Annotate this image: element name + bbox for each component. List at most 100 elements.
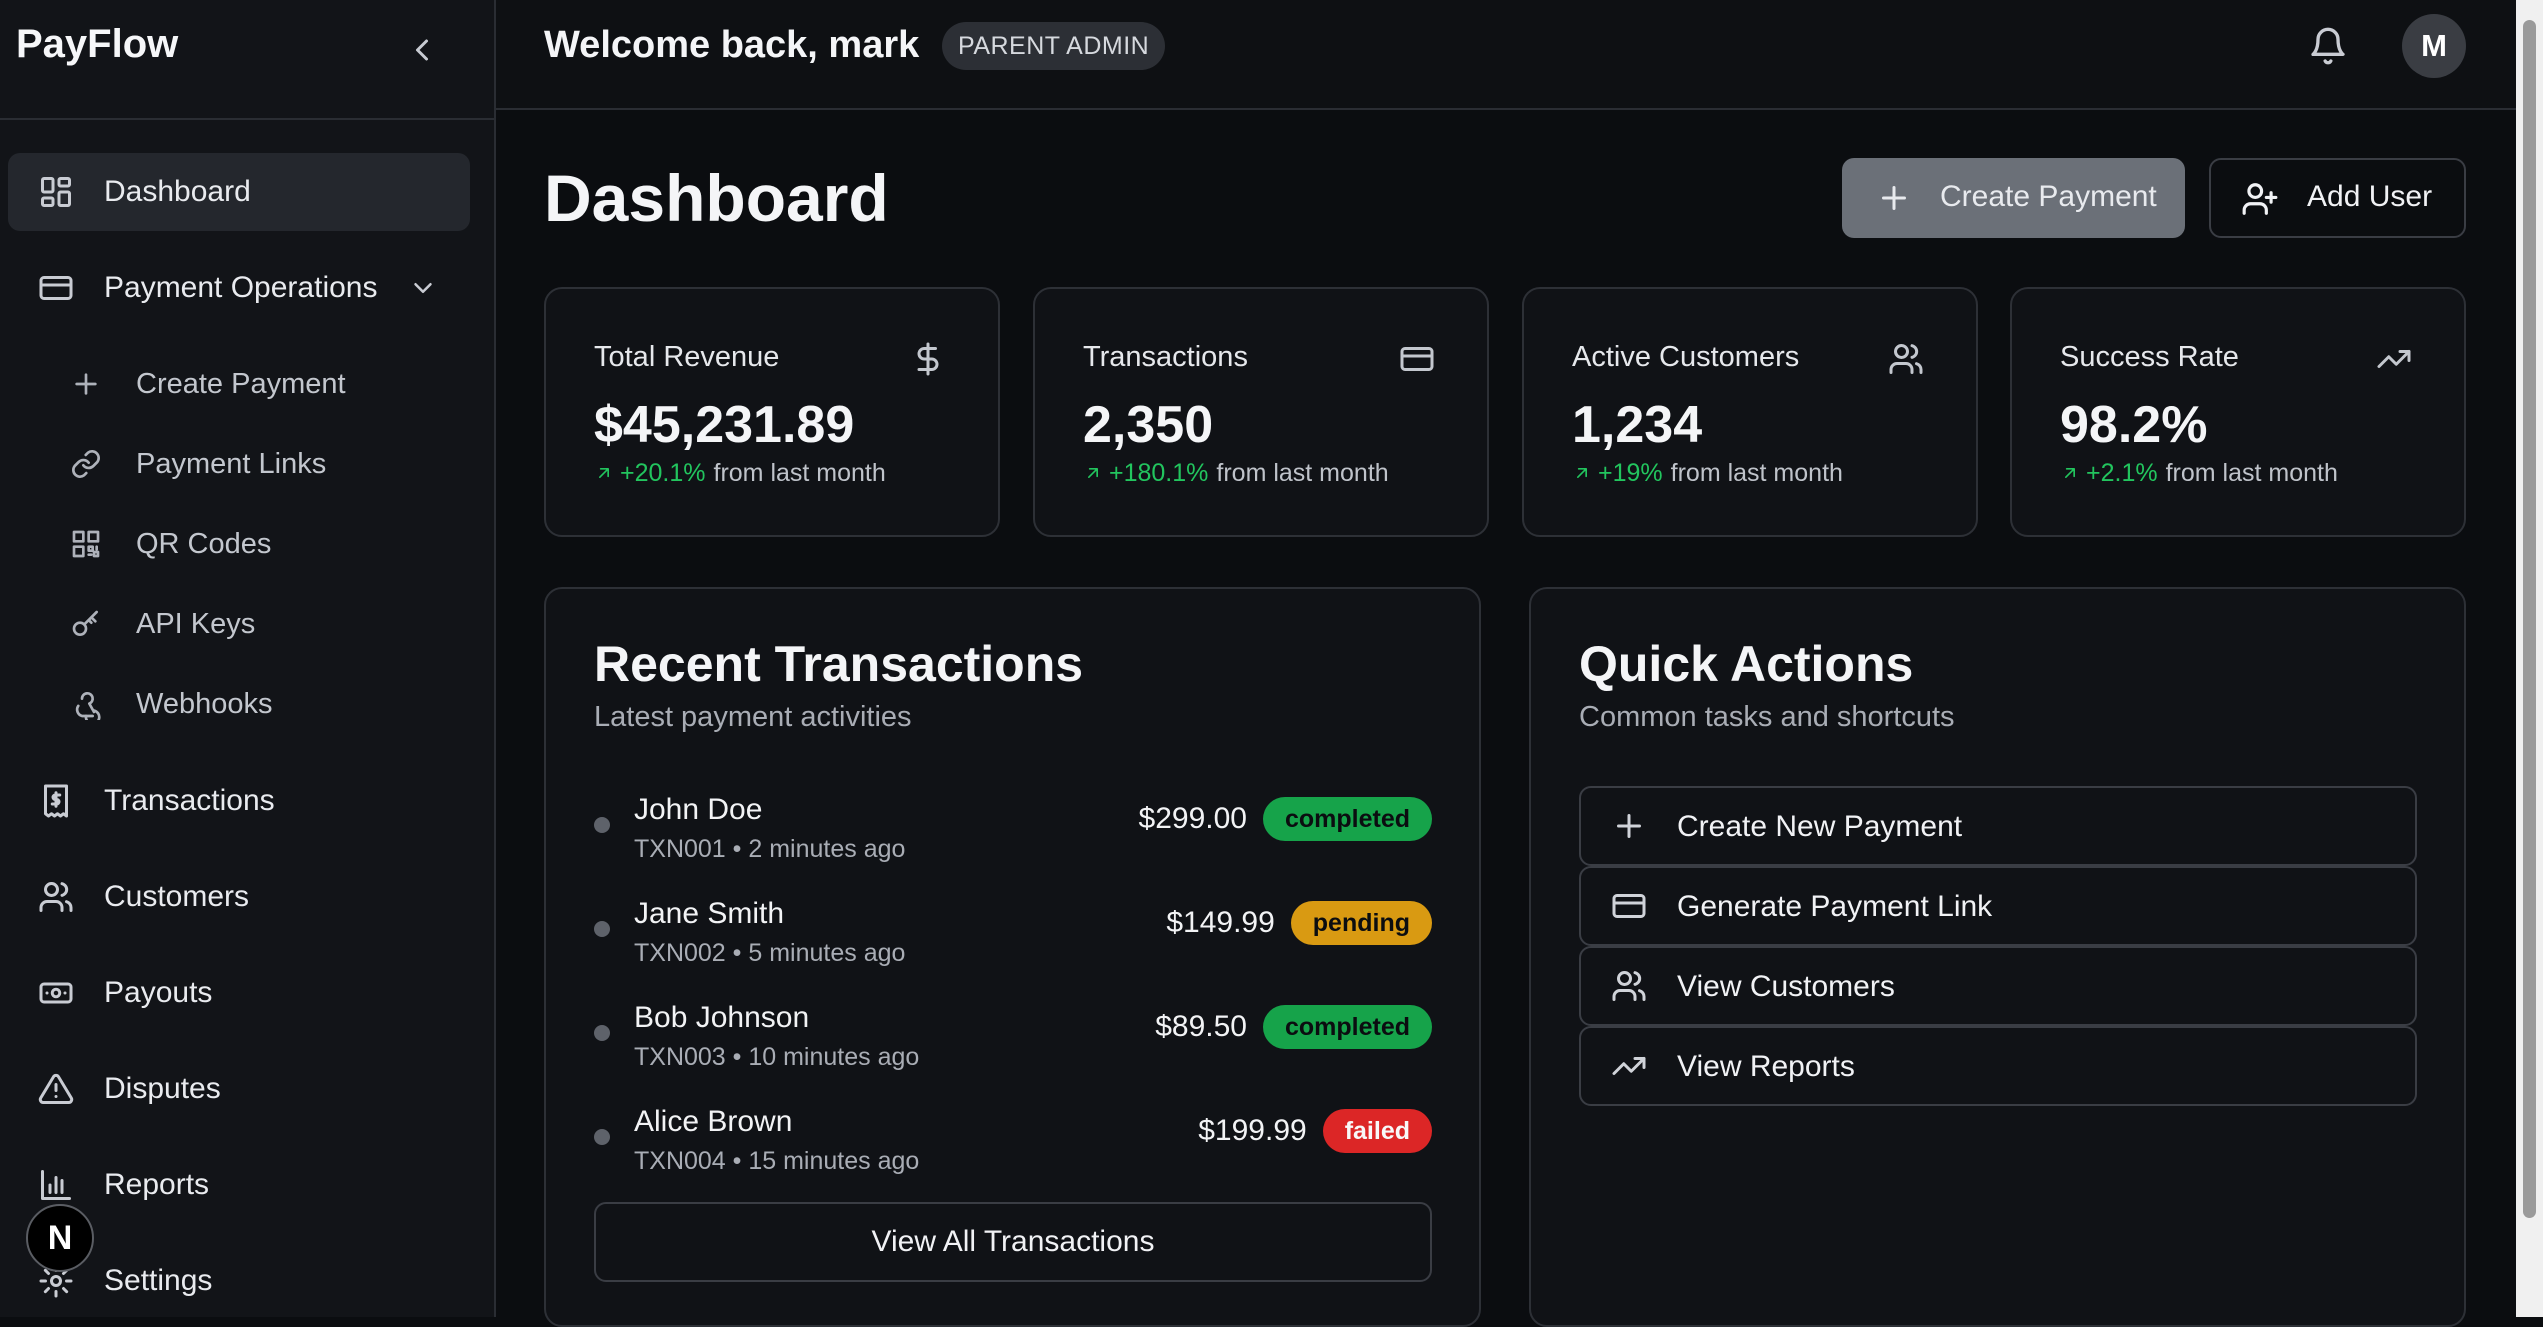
stat-change: +20.1% from last month <box>594 459 886 488</box>
transaction-right: $199.99 failed <box>1198 1109 1432 1153</box>
trending-up-icon <box>2376 341 2412 377</box>
transaction-row[interactable]: Jane Smith TXN002 • 5 minutes ago $149.9… <box>594 891 1432 979</box>
transaction-row[interactable]: John Doe TXN001 • 2 minutes ago $299.00 … <box>594 787 1432 875</box>
transaction-amount: $299.00 <box>1138 802 1247 835</box>
add-user-label: Add User <box>2307 180 2433 213</box>
transaction-right: $89.50 completed <box>1155 1005 1432 1049</box>
status-dot <box>594 1025 610 1041</box>
scrollbar-thumb[interactable] <box>2523 20 2536 1218</box>
layout-grid-icon <box>38 174 74 210</box>
status-dot <box>594 817 610 833</box>
receipt-icon <box>38 783 74 819</box>
transaction-customer: Bob Johnson <box>634 1001 810 1034</box>
avatar[interactable]: M <box>2402 14 2466 78</box>
transaction-amount: $199.99 <box>1198 1114 1307 1147</box>
view-customers-button[interactable]: View Customers <box>1579 946 2417 1026</box>
create-new-payment-button[interactable]: Create New Payment <box>1579 786 2417 866</box>
transaction-amount: $89.50 <box>1155 1010 1247 1043</box>
qr-code-icon <box>70 528 102 560</box>
sidebar-subitem-label: Webhooks <box>136 688 273 720</box>
status-dot <box>594 1129 610 1145</box>
sidebar-subitem-label: Payment Links <box>136 448 327 480</box>
sidebar-item-payouts[interactable]: Payouts <box>8 954 470 1032</box>
panel-subtitle: Latest payment activities <box>594 701 912 733</box>
sidebar-item-label: Disputes <box>104 1072 221 1105</box>
page-title: Dashboard <box>544 161 889 235</box>
view-all-transactions-button[interactable]: View All Transactions <box>594 1202 1432 1282</box>
sidebar-item-payment-operations[interactable]: Payment Operations <box>8 249 470 327</box>
stat-card-transactions: Transactions 2,350 +180.1% from last mont… <box>1033 287 1489 537</box>
stat-card-success-rate: Success Rate 98.2% +2.1% from last month <box>2010 287 2466 537</box>
credit-card-icon <box>1611 888 1647 924</box>
quick-action-label: Generate Payment Link <box>1677 890 1993 923</box>
arrow-up-right-icon <box>594 463 614 483</box>
transaction-row[interactable]: Bob Johnson TXN003 • 10 minutes ago $89.… <box>594 995 1432 1083</box>
sidebar-subitem-webhooks[interactable]: Webhooks <box>58 670 458 740</box>
create-payment-label: Create Payment <box>1940 180 2157 213</box>
credit-card-icon <box>38 270 74 306</box>
arrow-up-right-icon <box>1572 463 1592 483</box>
stat-change-suffix: from last month <box>1670 459 1843 487</box>
stat-change-percent: +2.1% <box>2086 459 2158 487</box>
plus-icon <box>1611 808 1647 844</box>
sidebar-item-customers[interactable]: Customers <box>8 858 470 936</box>
sidebar-item-label: Transactions <box>104 784 275 817</box>
stat-change-percent: +20.1% <box>620 459 706 487</box>
credit-card-icon <box>1399 341 1435 377</box>
sidebar-header: PayFlow <box>0 0 494 120</box>
add-user-button[interactable]: Add User <box>2209 158 2466 238</box>
sidebar-item-disputes[interactable]: Disputes <box>8 1050 470 1128</box>
quick-action-label: View Reports <box>1677 1050 1855 1083</box>
transaction-meta: TXN001 • 2 minutes ago <box>634 835 906 863</box>
stat-change-percent: +180.1% <box>1109 459 1209 487</box>
sidebar-item-transactions[interactable]: Transactions <box>8 762 470 840</box>
page-scrollbar[interactable] <box>2516 0 2543 1317</box>
sidebar-subitem-label: QR Codes <box>136 528 272 560</box>
quick-actions-panel: Quick Actions Common tasks and shortcuts… <box>1529 587 2466 1327</box>
transaction-meta: TXN004 • 15 minutes ago <box>634 1147 920 1175</box>
status-badge: failed <box>1322 1109 1432 1153</box>
sidebar-item-label: Settings <box>104 1264 213 1297</box>
generate-payment-link-button[interactable]: Generate Payment Link <box>1579 866 2417 946</box>
quick-action-label: View Customers <box>1677 970 1895 1003</box>
transaction-row[interactable]: Alice Brown TXN004 • 15 minutes ago $199… <box>594 1099 1432 1187</box>
stat-value: $45,231.89 <box>594 396 855 454</box>
welcome-message: Welcome back, mark <box>544 24 920 66</box>
collapse-sidebar-button[interactable] <box>404 32 440 68</box>
sidebar-subitem-payment-links[interactable]: Payment Links <box>58 430 458 500</box>
sidebar-subitem-qr-codes[interactable]: QR Codes <box>58 510 458 580</box>
status-badge: completed <box>1262 797 1432 841</box>
view-reports-button[interactable]: View Reports <box>1579 1026 2417 1106</box>
panel-title: Recent Transactions <box>594 636 1084 692</box>
arrow-up-right-icon <box>2060 463 2080 483</box>
transaction-amount: $149.99 <box>1166 906 1275 939</box>
stat-change-suffix: from last month <box>2165 459 2338 487</box>
link-icon <box>70 448 102 480</box>
stat-change-suffix: from last month <box>713 459 886 487</box>
sidebar-subitem-api-keys[interactable]: API Keys <box>58 590 458 660</box>
stat-value: 1,234 <box>1572 396 1703 454</box>
stat-title: Success Rate <box>2060 341 2239 373</box>
sidebar-item-dashboard[interactable]: Dashboard <box>8 153 470 231</box>
sidebar-item-label: Dashboard <box>104 175 251 208</box>
recent-transactions-panel: Recent Transactions Latest payment activ… <box>544 587 1481 1327</box>
top-bar: Welcome back, mark PARENT ADMIN M <box>496 0 2516 110</box>
plus-icon <box>1876 180 1912 216</box>
notifications-button[interactable] <box>2308 26 2348 66</box>
dev-tools-badge[interactable]: N <box>26 1204 94 1272</box>
create-payment-button[interactable]: Create Payment <box>1842 158 2185 238</box>
stat-change: +19% from last month <box>1572 459 1843 488</box>
users-icon <box>1888 341 1924 377</box>
transaction-meta: TXN002 • 5 minutes ago <box>634 939 906 967</box>
webhook-icon <box>70 688 102 720</box>
user-plus-icon <box>2241 180 2279 218</box>
sidebar-subitem-label: Create Payment <box>136 368 346 400</box>
sidebar-subitem-create-payment[interactable]: Create Payment <box>58 350 458 420</box>
status-badge: pending <box>1290 901 1432 945</box>
sidebar-item-label: Payment Operations <box>104 271 378 304</box>
stat-change: +2.1% from last month <box>2060 459 2338 488</box>
stat-change-suffix: from last month <box>1216 459 1389 487</box>
sidebar: PayFlow Dashboard Payment Operations Cre… <box>0 0 496 1317</box>
stat-value: 2,350 <box>1083 396 1214 454</box>
stat-card-active-customers: Active Customers 1,234 +19% from last mon… <box>1522 287 1978 537</box>
